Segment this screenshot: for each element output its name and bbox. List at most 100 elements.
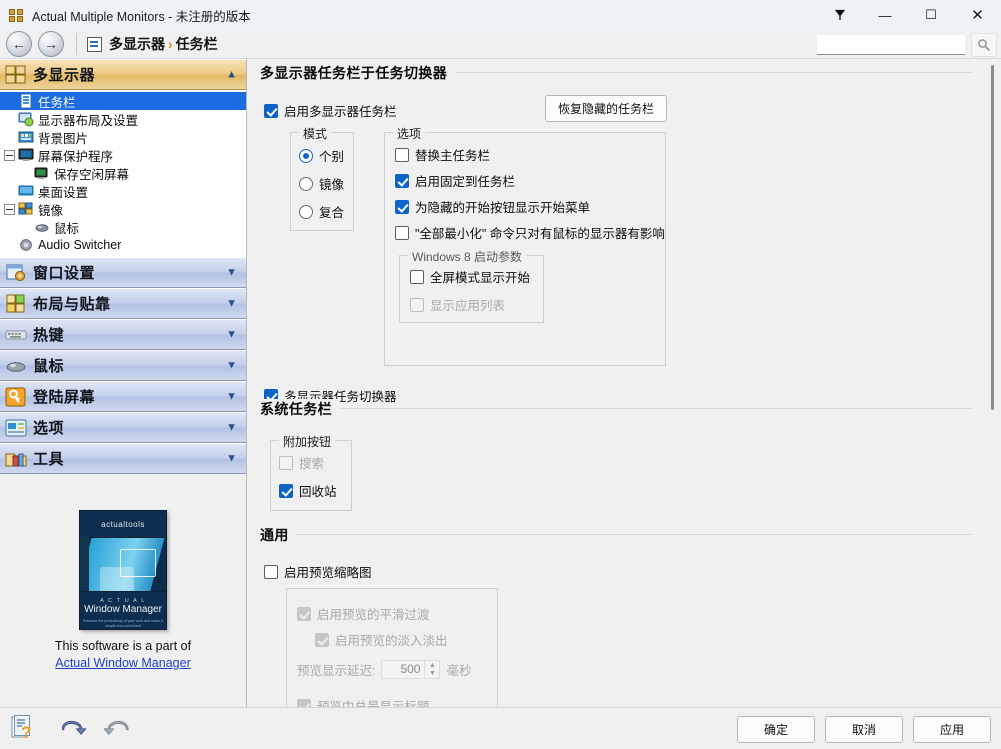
- mode-radio-individual[interactable]: 个别: [299, 146, 344, 165]
- application-window: Actual Multiple Monitors - 未注册的版本 — ☐ ✕ …: [0, 0, 1001, 749]
- breadcrumb-root[interactable]: 多显示器: [109, 36, 165, 52]
- search-area: [817, 33, 997, 57]
- keyboard-icon: [5, 324, 27, 346]
- minimize-all-affects-mouse-monitor-checkbox[interactable]: "全部最小化" 命令只对有鼠标的显示器有影响: [395, 223, 665, 242]
- section-title: 系统任务栏: [260, 399, 340, 419]
- chevron-down-icon[interactable]: ▼: [226, 298, 237, 309]
- checkbox-box: [395, 225, 409, 240]
- sidebar-item-idle-screen[interactable]: 保存空闲屏幕: [0, 164, 246, 182]
- checkbox-label: 显示应用列表: [430, 299, 506, 313]
- windows8-startup-groupbox: Windows 8 启动参数 全屏模式显示开始 显示应用列表: [399, 248, 544, 323]
- stepper-up-icon[interactable]: ▲: [425, 661, 439, 670]
- sidebar-item-label: 鼠标: [54, 221, 80, 236]
- forward-button[interactable]: →: [38, 31, 64, 57]
- replace-main-taskbar-checkbox[interactable]: 替换主任务栏: [395, 145, 490, 164]
- promo-link[interactable]: Actual Window Manager: [0, 656, 246, 670]
- undo-arrow-icon[interactable]: [61, 714, 92, 744]
- checkbox-label: 启用预览的淡入淡出: [335, 634, 448, 648]
- sidebar-item-audio-switcher[interactable]: Audio Switcher: [0, 236, 246, 254]
- enable-pin-to-taskbar-checkbox[interactable]: 启用固定到任务栏: [395, 171, 515, 190]
- sidebar: 多显示器 ▲ 任务栏 显示器布局及设置 背景图片 屏幕保护程序 保存空闲屏幕 桌…: [0, 59, 247, 707]
- chevron-down-icon[interactable]: ▼: [226, 267, 237, 278]
- checkbox-box: [315, 632, 329, 647]
- checkbox-box: [279, 455, 293, 470]
- cancel-button[interactable]: 取消: [825, 715, 903, 743]
- search-button-checkbox: 搜索: [279, 453, 324, 472]
- minimize-button[interactable]: —: [862, 0, 908, 30]
- mode-groupbox: 模式 个别 镜像 复合: [290, 125, 354, 231]
- sidebar-section-tools[interactable]: 工具 ▼: [0, 443, 246, 474]
- sidebar-item-mouse[interactable]: 鼠标: [0, 218, 246, 236]
- chevron-down-icon[interactable]: ▼: [226, 360, 237, 371]
- help-document-icon[interactable]: ?: [8, 714, 38, 744]
- stepper-down-icon[interactable]: ▼: [425, 670, 439, 679]
- mouse-icon: [34, 219, 50, 235]
- sidebar-section-layout-snap[interactable]: 布局与贴靠 ▼: [0, 288, 246, 319]
- sidebar-section-window-settings[interactable]: 窗口设置 ▼: [0, 257, 246, 288]
- checkbox-box: [395, 147, 409, 162]
- search-button[interactable]: [971, 33, 997, 57]
- chevron-down-icon[interactable]: ▼: [226, 453, 237, 464]
- preview-delay-input[interactable]: 500: [381, 660, 426, 679]
- sidebar-section-multi-monitor[interactable]: 多显示器 ▲: [0, 59, 246, 90]
- key-icon: [5, 386, 27, 408]
- maximize-button[interactable]: ☐: [908, 0, 954, 30]
- sidebar-section-options[interactable]: 选项 ▼: [0, 412, 246, 443]
- checkbox-box: [279, 483, 293, 498]
- taskbar-icon: [18, 93, 34, 109]
- groupbox-title: 附加按钮: [279, 433, 336, 450]
- chevron-down-icon[interactable]: ▼: [226, 391, 237, 402]
- sidebar-item-monitor-layout[interactable]: 显示器布局及设置: [0, 110, 246, 128]
- radio-label: 复合: [319, 206, 345, 220]
- fullscreen-start-checkbox[interactable]: 全屏模式显示开始: [410, 267, 530, 286]
- ok-button[interactable]: 确定: [737, 715, 815, 743]
- sidebar-item-taskbar[interactable]: 任务栏: [0, 92, 246, 110]
- tree-expander-minus-icon[interactable]: [4, 203, 15, 215]
- radio-label: 个别: [319, 150, 345, 164]
- redo-arrow-icon[interactable]: [103, 714, 134, 744]
- show-start-menu-for-hidden-button-checkbox[interactable]: 为隐藏的开始按钮显示开始菜单: [395, 197, 590, 216]
- search-input[interactable]: [817, 35, 965, 55]
- pin-button[interactable]: [818, 0, 862, 30]
- restore-hidden-taskbars-button[interactable]: 恢复隐藏的任务栏: [545, 95, 667, 122]
- sidebar-item-screensaver[interactable]: 屏幕保护程序: [0, 146, 246, 164]
- options-icon: [5, 417, 27, 439]
- mode-radio-composite[interactable]: 复合: [299, 202, 344, 221]
- extra-buttons-groupbox: 附加按钮 搜索 回收站: [270, 433, 352, 511]
- bottom-bar: ? 确定 取消 应用: [0, 707, 1001, 749]
- checkbox-label: 启用预览的平滑过渡: [317, 608, 430, 622]
- enable-preview-thumbnails-checkbox[interactable]: 启用预览缩略图: [264, 562, 372, 581]
- enable-multimonitor-taskbar-checkbox[interactable]: 启用多显示器任务栏: [264, 101, 397, 120]
- sidebar-section-logon-screen[interactable]: 登陆屏幕 ▼: [0, 381, 246, 412]
- speaker-icon: [18, 237, 34, 253]
- box-tagline: Enhance the productivity of your work an…: [83, 619, 163, 629]
- preview-delay-stepper[interactable]: ▲ ▼: [425, 660, 441, 679]
- sidebar-section-mouse[interactable]: 鼠标 ▼: [0, 350, 246, 381]
- sidebar-item-label: 背景图片: [38, 131, 89, 146]
- sidebar-item-desktop[interactable]: 桌面设置: [0, 182, 246, 200]
- close-button[interactable]: ✕: [954, 0, 1001, 30]
- apply-button[interactable]: 应用: [913, 715, 991, 743]
- sidebar-item-mirror[interactable]: 镜像: [0, 200, 246, 218]
- scrollbar-thumb[interactable]: [991, 65, 994, 410]
- back-button[interactable]: ←: [6, 31, 32, 57]
- mouse-icon: [5, 355, 27, 377]
- mode-radio-mirror[interactable]: 镜像: [299, 174, 344, 193]
- promo-block: actualtools A C T U A L Window Manager E…: [0, 474, 246, 670]
- mirror-icon: [18, 201, 34, 217]
- checkbox-label: 启用多显示器任务栏: [284, 105, 397, 119]
- chevron-up-icon[interactable]: ▲: [226, 69, 237, 80]
- checkbox-label: 替换主任务栏: [415, 149, 491, 163]
- sidebar-section-hotkeys[interactable]: 热键 ▼: [0, 319, 246, 350]
- box-brand-top: actualtools: [80, 511, 166, 538]
- radio-circle: [299, 204, 313, 219]
- recycle-bin-checkbox[interactable]: 回收站: [279, 481, 337, 500]
- content-scrollbar[interactable]: [985, 59, 1001, 707]
- chevron-down-icon[interactable]: ▼: [226, 329, 237, 340]
- sidebar-item-wallpaper[interactable]: 背景图片: [0, 128, 246, 146]
- checkbox-label: 为隐藏的开始按钮显示开始菜单: [415, 201, 591, 215]
- monitor-breadcrumb-icon: [87, 36, 102, 52]
- preview-options-groupbox: 启用预览的平滑过渡 启用预览的淡入淡出 预览显示延迟: 500 ▲ ▼ 毫秒 预…: [286, 588, 498, 707]
- chevron-down-icon[interactable]: ▼: [226, 422, 237, 433]
- tree-expander-minus-icon[interactable]: [4, 149, 15, 161]
